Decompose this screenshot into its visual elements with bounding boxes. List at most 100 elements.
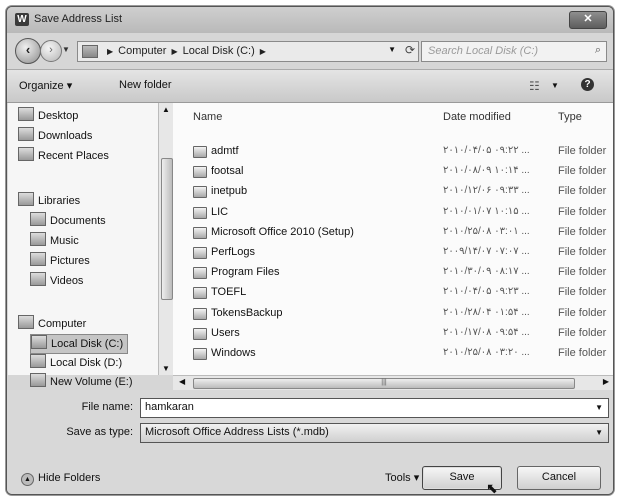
- search-input[interactable]: Search Local Disk (C:) ⌕: [421, 41, 607, 62]
- file-name: Microsoft Office 2010 (Setup): [211, 225, 354, 238]
- file-row[interactable]: LIC ۲۰۱۰/۰۱/۰۷ ۱۰:۱۵ ... File folder: [173, 202, 613, 222]
- search-icon[interactable]: ⌕: [595, 44, 601, 57]
- scroll-right-arrow-icon[interactable]: ▶: [603, 377, 609, 386]
- window-title: Save Address List: [34, 13, 123, 25]
- file-row[interactable]: footsal ۲۰۱۰/۰۸/۰۹ ۱۰:۱۴ ... File folder: [173, 161, 613, 181]
- breadcrumb-computer[interactable]: Computer: [118, 45, 166, 57]
- nav-item-pictures[interactable]: Pictures: [30, 252, 90, 270]
- recent-places-icon: [18, 147, 34, 161]
- breadcrumb-separator-icon: ▶: [171, 47, 178, 56]
- refresh-icon[interactable]: ⟳: [405, 43, 415, 57]
- cancel-button[interactable]: Cancel: [517, 466, 601, 490]
- folder-icon: [193, 146, 207, 158]
- file-row[interactable]: TokensBackup ۲۰۱۰/۲۸/۰۴ ۰۱:۵۴ ... File fol…: [173, 303, 613, 323]
- nav-label: Libraries: [38, 195, 81, 207]
- change-view-icon[interactable]: ☷: [529, 79, 540, 93]
- nav-label: Downloads: [38, 130, 93, 142]
- nav-item-recent-places[interactable]: Recent Places: [18, 147, 109, 165]
- scroll-up-arrow-icon[interactable]: ▲: [162, 105, 170, 114]
- folder-icon: [193, 348, 207, 360]
- file-type: File folder: [558, 266, 607, 279]
- file-type: File folder: [558, 326, 607, 339]
- views-dropdown-icon[interactable]: ▼: [551, 81, 559, 90]
- title-bar: W Save Address List ✕: [7, 7, 613, 33]
- file-row[interactable]: TOEFL ۲۰۱۰/۰۴/۰۵ ۰۹:۲۳ ... File folder: [173, 282, 613, 302]
- scroll-thumb[interactable]: [161, 158, 173, 300]
- nav-item-libraries[interactable]: Libraries: [18, 192, 80, 210]
- file-date: ۲۰۱۰/۰۱/۰۷ ۱۰:۱۵ ...: [443, 205, 530, 217]
- nav-item-music[interactable]: Music: [30, 232, 79, 250]
- address-dropdown-icon[interactable]: ▼: [388, 45, 396, 54]
- navigation-bar: ‹ › ▼ ▶ Computer ▶ Local Disk (C:) ▶ ▼ ⟳ Sea…: [7, 33, 613, 67]
- forward-button[interactable]: ›: [40, 40, 62, 62]
- nav-item-new-volume-e[interactable]: New Volume (E:): [30, 373, 133, 391]
- file-type: File folder: [558, 286, 607, 299]
- nav-label: Recent Places: [38, 150, 109, 162]
- save-type-label: Save as type:: [66, 426, 133, 438]
- file-type: File folder: [558, 185, 607, 198]
- nav-item-local-disk-c[interactable]: Local Disk (C:): [30, 334, 129, 354]
- organize-button[interactable]: Organize ▾: [19, 79, 72, 92]
- file-name: inetpub: [211, 185, 248, 198]
- scroll-thumb[interactable]: |||: [193, 378, 575, 389]
- nav-item-computer[interactable]: Computer: [18, 315, 86, 333]
- folder-icon: [193, 327, 207, 340]
- file-row[interactable]: Program Files ۲۰۱۰/۳۰/۰۹ ۰۸:۱۷ ... File fo…: [173, 262, 613, 282]
- file-row[interactable]: Windows ۲۰۱۰/۲۵/۰۸ ۰۳:۲۰ ... File folder: [173, 343, 613, 363]
- save-form: File name: hamkaran ▼ Save as type: Micr…: [7, 390, 613, 494]
- file-row[interactable]: Users ۲۰۱۰/۱۷/۰۸ ۰۹:۵۴ ... File folder: [173, 323, 613, 343]
- column-header-date[interactable]: Date modified: [443, 111, 511, 123]
- file-name: footsal: [211, 165, 244, 178]
- nav-scrollbar[interactable]: ▲ ▼: [158, 103, 173, 375]
- file-type: File folder: [558, 246, 607, 258]
- save-type-select[interactable]: Microsoft Office Address Lists (*.mdb) ▼: [140, 423, 609, 443]
- file-row[interactable]: PerfLogs ۲۰۰۹/۱۴/۰۷ ۰۷:۰۷ ... File folder: [173, 242, 613, 262]
- desktop-icon: [18, 107, 34, 121]
- file-name: Program Files: [211, 266, 280, 279]
- breadcrumb-local-disk[interactable]: Local Disk (C:): [183, 45, 255, 57]
- horizontal-scrollbar[interactable]: ◀ ||| ▶: [173, 375, 613, 390]
- tools-button[interactable]: Tools ▾: [385, 471, 419, 484]
- folder-icon: [193, 166, 207, 179]
- file-date: ۲۰۰۹/۱۴/۰۷ ۰۷:۰۷ ...: [443, 246, 530, 257]
- help-icon[interactable]: ?: [581, 78, 594, 91]
- documents-icon: [30, 212, 46, 226]
- scroll-down-arrow-icon[interactable]: ▼: [162, 364, 170, 373]
- file-row[interactable]: Microsoft Office 2010 (Setup) ۲۰۱۰/۲۵/۰۸ …: [173, 222, 613, 242]
- nav-item-downloads[interactable]: Downloads: [18, 127, 92, 145]
- nav-label: Local Disk (C:): [51, 338, 124, 350]
- nav-item-desktop[interactable]: Desktop: [18, 107, 78, 125]
- close-button[interactable]: ✕: [569, 11, 607, 29]
- file-row[interactable]: admtf ۲۰۱۰/۰۴/۰۵ ۰۹:۲۲ ... File folder: [173, 141, 613, 161]
- address-bar[interactable]: ▶ Computer ▶ Local Disk (C:) ▶ ▼ ⟳: [77, 41, 419, 62]
- file-type: File folder: [558, 205, 607, 218]
- nav-item-videos[interactable]: Videos: [30, 272, 83, 290]
- back-button[interactable]: ‹: [15, 38, 41, 64]
- nav-label: Documents: [50, 215, 106, 227]
- file-name-dropdown-icon[interactable]: ▼: [595, 403, 603, 412]
- breadcrumb-separator-icon[interactable]: ▶: [260, 47, 266, 56]
- drive-icon: [31, 335, 47, 349]
- save-type-dropdown-icon[interactable]: ▼: [595, 428, 603, 437]
- file-date: ۲۰۱۰/۲۵/۰۸ ۰۳:۰۱ ...: [443, 225, 530, 237]
- column-header-type[interactable]: Type: [558, 111, 582, 123]
- column-header-name[interactable]: Name: [193, 111, 222, 123]
- nav-item-documents[interactable]: Documents: [30, 212, 106, 230]
- file-name-input[interactable]: hamkaran ▼: [140, 398, 609, 418]
- pictures-icon: [30, 252, 46, 266]
- libraries-icon: [18, 192, 34, 206]
- hide-folders-button[interactable]: ▲ Hide Folders: [21, 472, 100, 486]
- file-name-label: File name:: [81, 401, 133, 413]
- drive-icon: [30, 373, 46, 387]
- recent-pages-dropdown-icon[interactable]: ▼: [62, 45, 70, 54]
- file-date: ۲۰۱۰/۳۰/۰۹ ۰۸:۱۷ ...: [443, 266, 530, 278]
- scroll-left-arrow-icon[interactable]: ◀: [179, 377, 185, 386]
- file-name: PerfLogs: [211, 246, 256, 258]
- music-icon: [30, 232, 46, 246]
- computer-icon: [18, 315, 34, 329]
- nav-item-local-disk-d[interactable]: Local Disk (D:): [30, 354, 122, 372]
- file-type: File folder: [558, 165, 607, 178]
- file-type: File folder: [558, 225, 607, 238]
- file-row[interactable]: inetpub ۲۰۱۰/۱۲/۰۶ ۰۹:۳۳ ... File folder: [173, 181, 613, 201]
- new-folder-button[interactable]: New folder: [119, 79, 172, 91]
